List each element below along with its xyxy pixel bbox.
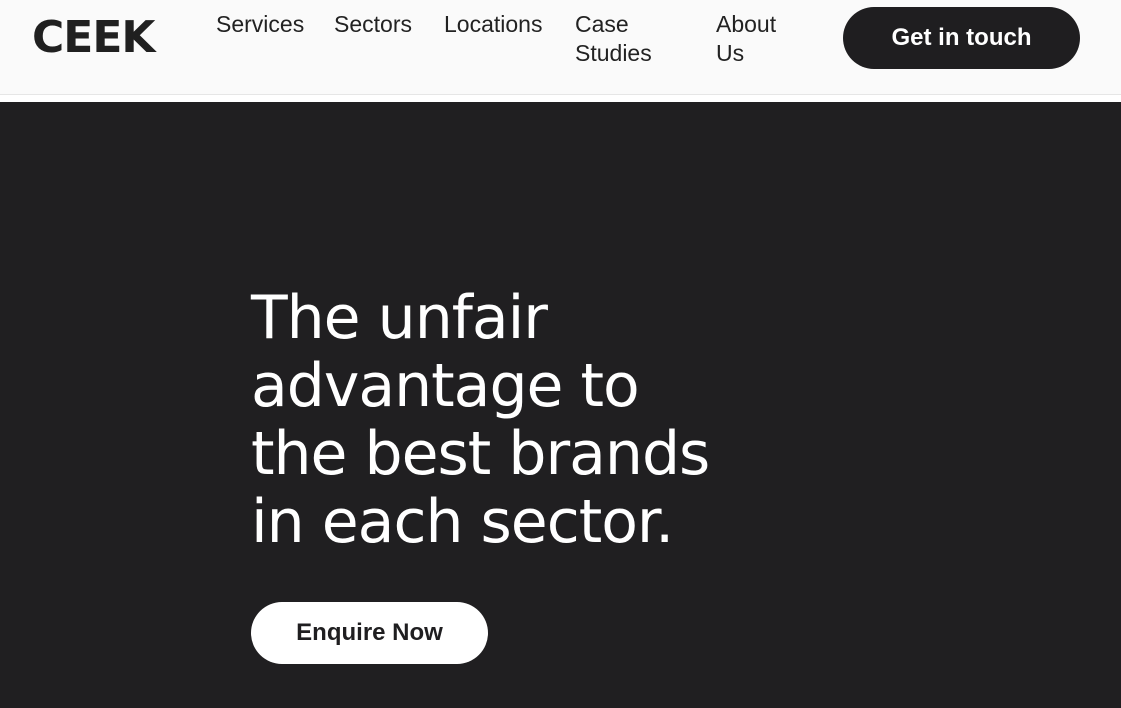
nav-label-services: Services	[216, 11, 305, 37]
get-in-touch-button[interactable]: Get in touch	[843, 7, 1080, 69]
enquire-now-button[interactable]: Enquire Now	[251, 602, 488, 664]
header-divider	[0, 95, 1121, 102]
nav-label-about-line1: About	[716, 11, 777, 37]
ceek-logo[interactable]: CEEK	[32, 12, 155, 64]
enquire-now-label: Enquire Now	[296, 619, 443, 646]
hero-heading-line: The unfair	[251, 283, 548, 353]
hero-heading-line: the best brands	[251, 419, 710, 489]
nav-link-services[interactable]: Services	[216, 10, 326, 39]
nav-label-case-line1: Case	[575, 11, 629, 37]
nav-label-locations: Locations	[444, 11, 543, 37]
get-in-touch-label: Get in touch	[891, 24, 1032, 51]
site-header: CEEK Services Sectors Locations Case Stu…	[0, 0, 1121, 95]
nav-link-locations[interactable]: Locations	[444, 10, 564, 39]
nav-label-case-line2: Studies	[575, 40, 652, 66]
nav-link-sectors[interactable]: Sectors	[334, 10, 434, 39]
hero-heading: The unfair advantage to the best brands …	[251, 284, 811, 556]
nav-label-sectors: Sectors	[334, 11, 412, 37]
nav-label-about-line2: Us	[716, 40, 745, 66]
hero-section: The unfair advantage to the best brands …	[0, 102, 1121, 708]
nav-link-about-us[interactable]: About Us	[716, 10, 806, 68]
hero-heading-line: advantage to	[251, 351, 640, 421]
hero-heading-line: in each sector.	[251, 487, 674, 557]
nav-link-case-studies[interactable]: Case Studies	[575, 10, 675, 68]
